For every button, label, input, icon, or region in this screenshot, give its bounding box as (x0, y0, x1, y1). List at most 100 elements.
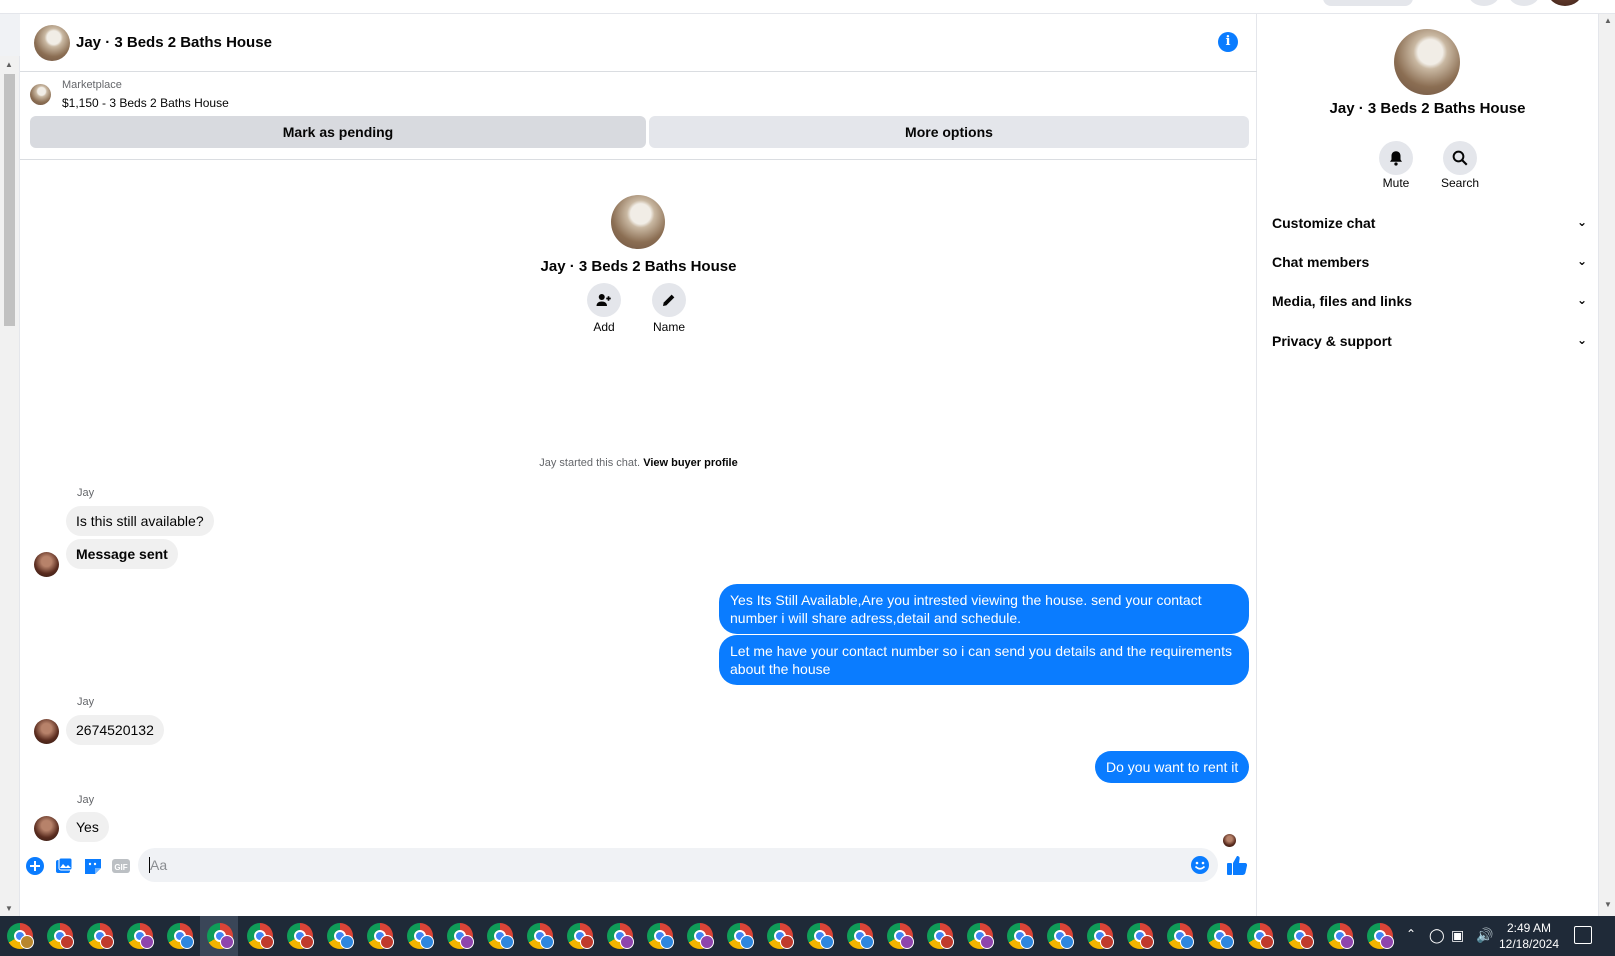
sticker-icon[interactable] (83, 856, 103, 876)
top-circle-button[interactable] (1468, 0, 1500, 6)
mute-button[interactable] (1379, 141, 1413, 175)
chrome-icon[interactable] (1247, 923, 1274, 949)
chat-avatar[interactable] (34, 25, 70, 61)
message-out[interactable]: Yes Its Still Available,Are you intreste… (719, 584, 1249, 634)
chat-panel: Jay · 3 Beds 2 Baths House i Marketplace… (20, 14, 1257, 916)
media-files-links-row[interactable]: Media, files and links ⌄ (1272, 293, 1587, 317)
chrome-icon[interactable] (927, 923, 954, 949)
chrome-icon[interactable] (87, 923, 114, 949)
chrome-icon[interactable] (167, 923, 194, 949)
chrome-icon[interactable] (447, 923, 474, 949)
message-in[interactable]: 2674520132 (66, 715, 164, 745)
side-avatar[interactable] (1394, 29, 1460, 95)
message-in[interactable]: Yes (66, 812, 109, 842)
image-icon[interactable] (54, 856, 74, 876)
chrome-icon[interactable] (247, 923, 274, 949)
message-in[interactable]: Is this still available? (66, 506, 214, 536)
volume-icon[interactable]: 🔊 (1476, 927, 1493, 944)
chrome-icon[interactable] (1087, 923, 1114, 949)
meet-now-icon[interactable]: ◯ (1429, 927, 1445, 944)
sender-avatar[interactable] (34, 552, 59, 577)
chrome-icon[interactable] (647, 923, 674, 949)
add-label: Add (593, 320, 615, 334)
chrome-icon[interactable] (687, 923, 714, 949)
chrome-icon[interactable] (887, 923, 914, 949)
started-text: Jay started this chat. (539, 457, 641, 469)
chrome-icon[interactable] (327, 923, 354, 949)
scroll-up-arrow[interactable]: ▲ (5, 60, 13, 69)
scrollbar-thumb[interactable] (4, 74, 15, 326)
chrome-icon[interactable] (1367, 923, 1394, 949)
chrome-icon[interactable] (1047, 923, 1074, 949)
scroll-down-arrow[interactable]: ▼ (1604, 900, 1612, 909)
thumbs-up-icon[interactable] (1226, 854, 1248, 876)
chrome-icon[interactable] (1327, 923, 1354, 949)
chrome-icon[interactable] (1007, 923, 1034, 949)
pencil-icon (663, 294, 675, 306)
listing-title[interactable]: $1,150 - 3 Beds 2 Baths House (62, 96, 229, 110)
chevron-down-icon: ⌄ (1576, 215, 1587, 229)
edit-name-button[interactable] (652, 283, 686, 317)
chrome-icon[interactable] (767, 923, 794, 949)
customize-chat-label: Customize chat (1272, 215, 1376, 231)
chrome-icon[interactable] (287, 923, 314, 949)
gif-icon[interactable]: GIF (111, 856, 131, 876)
chrome-icon[interactable] (407, 923, 434, 949)
notification-center-icon[interactable] (1574, 926, 1592, 944)
sender-avatar[interactable] (34, 719, 59, 744)
chrome-icon[interactable] (207, 923, 234, 949)
privacy-support-row[interactable]: Privacy & support ⌄ (1272, 333, 1587, 357)
chrome-icon[interactable] (567, 923, 594, 949)
clock-date: 12/18/2024 (1498, 937, 1560, 951)
scroll-down-arrow[interactable]: ▼ (5, 904, 13, 913)
chrome-icon[interactable] (847, 923, 874, 949)
chat-title[interactable]: Jay · 3 Beds 2 Baths House (76, 34, 272, 51)
scrollbar[interactable]: ▲ ▼ (0, 56, 20, 916)
chrome-icon[interactable] (607, 923, 634, 949)
chevron-up-icon[interactable]: ⌃ (1406, 927, 1416, 941)
chrome-icon[interactable] (727, 923, 754, 949)
page-scrollbar[interactable]: ▲ ▼ (1598, 14, 1615, 916)
account-avatar[interactable] (1548, 0, 1582, 6)
plus-circle-icon[interactable] (25, 856, 45, 876)
chrome-icon[interactable] (527, 923, 554, 949)
message-out[interactable]: Let me have your contact number so i can… (719, 635, 1249, 685)
message-out[interactable]: Do you want to rent it (1095, 751, 1250, 783)
mark-as-pending-button[interactable]: Mark as pending (30, 116, 646, 148)
top-pill[interactable] (1323, 0, 1413, 6)
top-circle-button[interactable] (1508, 0, 1540, 6)
sender-avatar[interactable] (34, 816, 59, 841)
chat-started-notice: Jay started this chat. View buyer profil… (20, 457, 1257, 469)
top-bar (0, 0, 1615, 14)
seen-indicator (1223, 834, 1236, 847)
more-options-button[interactable]: More options (649, 116, 1249, 148)
chrome-icon[interactable] (1167, 923, 1194, 949)
message-input[interactable]: Aa (138, 848, 1218, 882)
listing-thumbnail[interactable] (30, 84, 51, 105)
marketplace-bar: Marketplace $1,150 - 3 Beds 2 Baths Hous… (20, 72, 1257, 160)
chrome-icon[interactable] (967, 923, 994, 949)
view-buyer-profile-link[interactable]: View buyer profile (643, 457, 738, 469)
scroll-up-arrow[interactable]: ▲ (1604, 16, 1612, 25)
chrome-icon[interactable] (1207, 923, 1234, 949)
network-icon[interactable]: ▣ (1451, 927, 1464, 944)
chrome-icon[interactable] (1127, 923, 1154, 949)
customize-chat-row[interactable]: Customize chat ⌄ (1272, 215, 1587, 239)
chat-header: Jay · 3 Beds 2 Baths House i (20, 14, 1257, 72)
chrome-icon[interactable] (367, 923, 394, 949)
chat-members-row[interactable]: Chat members ⌄ (1272, 254, 1587, 278)
search-label: Search (1440, 176, 1480, 190)
chrome-icon[interactable] (487, 923, 514, 949)
emoji-icon[interactable] (1190, 855, 1210, 875)
chrome-icon[interactable] (1287, 923, 1314, 949)
chrome-icon[interactable] (127, 923, 154, 949)
message-in[interactable]: Message sent (66, 539, 178, 569)
search-button[interactable] (1443, 141, 1477, 175)
add-people-button[interactable] (587, 283, 621, 317)
chrome-icon[interactable] (47, 923, 74, 949)
intro-name: Jay · 3 Beds 2 Baths House (540, 258, 737, 275)
chrome-icon[interactable] (807, 923, 834, 949)
info-icon[interactable]: i (1218, 32, 1238, 52)
chrome-icon[interactable] (7, 923, 34, 949)
clock[interactable]: 2:49 AM 12/18/2024 (1493, 920, 1565, 952)
